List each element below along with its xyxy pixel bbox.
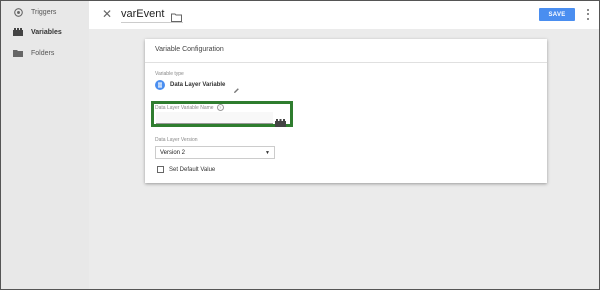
more-options-icon[interactable] xyxy=(585,8,591,21)
set-default-value-row[interactable]: Set Default Value xyxy=(157,166,215,173)
sidebar-item-variables[interactable]: Variables xyxy=(1,21,62,43)
variable-picker-icon[interactable] xyxy=(275,114,287,127)
data-layer-version-select[interactable]: Version 2 ▼ xyxy=(155,146,275,159)
sidebar-item-label: Variables xyxy=(31,28,62,36)
help-icon[interactable]: ? xyxy=(216,104,224,111)
folder-icon xyxy=(13,48,23,58)
version-value: Version 2 xyxy=(160,149,186,156)
pencil-icon[interactable] xyxy=(233,81,241,93)
variable-configuration-card: Variable Configuration Variable type Dat… xyxy=(145,39,547,183)
folder-icon[interactable] xyxy=(171,9,183,22)
data-layer-variable-name-input[interactable] xyxy=(156,112,273,124)
sidebar-item-triggers[interactable]: Triggers xyxy=(1,1,56,23)
close-icon[interactable]: ✕ xyxy=(101,8,113,20)
sidebar-item-folders[interactable]: Folders xyxy=(1,42,54,64)
divider xyxy=(145,62,547,63)
set-default-value-checkbox[interactable] xyxy=(157,166,164,173)
variables-icon xyxy=(13,27,23,37)
save-button[interactable]: SAVE xyxy=(539,8,575,21)
sidebar-item-label: Folders xyxy=(31,49,55,57)
data-layer-version-label: Data Layer Version xyxy=(155,137,198,143)
variable-type-row[interactable]: Data Layer Variable xyxy=(155,80,241,93)
trigger-icon xyxy=(13,7,23,17)
card-title: Variable Configuration xyxy=(155,46,224,53)
main-content: Variable Configuration Variable type Dat… xyxy=(89,29,599,289)
data-layer-icon xyxy=(155,80,165,90)
variable-type-label: Variable type xyxy=(155,71,184,77)
data-layer-variable-name-label: Data Layer Variable Name ? xyxy=(155,104,224,111)
set-default-value-label: Set Default Value xyxy=(169,166,216,173)
dropdown-arrow-icon: ▼ xyxy=(265,149,270,156)
variable-type-value: Data Layer Variable xyxy=(170,82,226,88)
top-bar: ✕ varEvent SAVE xyxy=(89,1,599,30)
field-label-text: Data Layer Variable Name xyxy=(155,104,214,111)
sidebar: Triggers Variables Folders xyxy=(1,1,89,289)
sidebar-item-label: Triggers xyxy=(31,8,57,16)
